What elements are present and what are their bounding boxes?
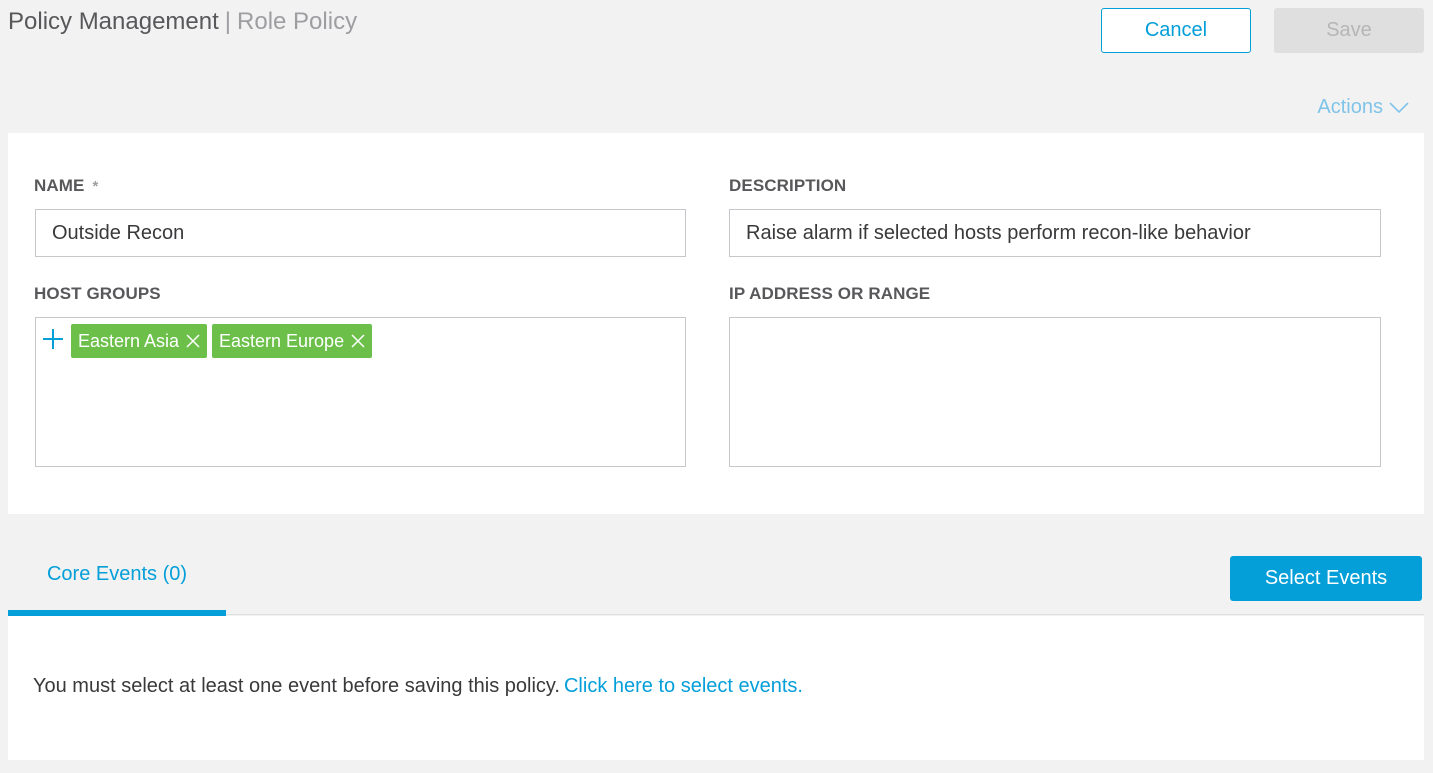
name-label-text: NAME <box>34 176 85 195</box>
name-label: NAME * <box>34 176 98 196</box>
close-icon[interactable] <box>185 333 201 349</box>
description-label: DESCRIPTION <box>729 176 847 195</box>
select-events-button[interactable]: Select Events <box>1230 556 1422 601</box>
host-group-tag: Eastern Asia <box>71 324 208 358</box>
breadcrumb-separator: | <box>224 8 232 35</box>
description-input[interactable]: Raise alarm if selected hosts perform re… <box>729 209 1381 257</box>
policy-form: NAME * Outside Recon DESCRIPTION Raise al… <box>8 133 1424 514</box>
host-groups-label: HOST GROUPS <box>34 284 161 303</box>
name-input[interactable]: Outside Recon <box>35 209 686 257</box>
host-groups-field[interactable]: Eastern Asia Eastern Europe <box>35 317 686 467</box>
required-marker: * <box>92 178 99 195</box>
page-title: Role Policy <box>237 8 358 35</box>
events-empty-message: You must select at least one event befor… <box>33 675 803 698</box>
save-button[interactable]: Save <box>1274 8 1424 53</box>
host-group-tag-label: Eastern Europe <box>219 330 345 351</box>
breadcrumb: Policy Management | Role Policy <box>8 8 357 36</box>
cancel-button[interactable]: Cancel <box>1101 8 1251 53</box>
tab-divider <box>226 614 1424 615</box>
select-events-link[interactable]: Click here to select events. <box>564 675 803 697</box>
tab-core-events[interactable]: Core Events (0) <box>8 550 226 616</box>
host-group-tag: Eastern Europe <box>212 324 373 358</box>
host-group-tag-label: Eastern Asia <box>78 330 180 351</box>
events-panel: You must select at least one event befor… <box>8 616 1424 760</box>
breadcrumb-main[interactable]: Policy Management <box>8 8 219 35</box>
plus-icon[interactable] <box>42 328 64 350</box>
actions-menu[interactable]: Actions <box>1317 96 1409 119</box>
events-message-text: You must select at least one event befor… <box>33 675 560 697</box>
close-icon[interactable] <box>350 333 366 349</box>
ip-range-input[interactable] <box>729 317 1381 467</box>
chevron-down-icon <box>1389 101 1409 113</box>
ip-range-label: IP ADDRESS OR RANGE <box>729 284 931 303</box>
actions-label: Actions <box>1317 96 1383 118</box>
